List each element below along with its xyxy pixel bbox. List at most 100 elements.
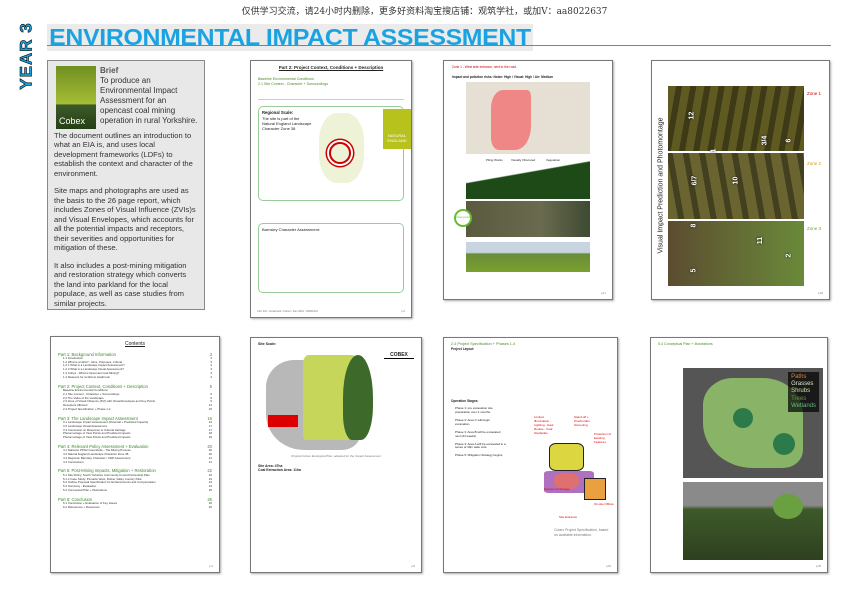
viewpoint-number: 12: [688, 111, 696, 120]
callout: Equipment Storage: [544, 487, 570, 491]
page-heading: Part 2: Project Context, Conditions + De…: [278, 65, 384, 70]
risk-text: Impact and pollution risks: Noise: High …: [452, 75, 554, 80]
phase-text: Phase 1: pre excavation site preparation…: [455, 406, 493, 415]
callout: Stand-off + Overburden Screening: [574, 415, 590, 427]
page-number: p.17: [600, 291, 606, 295]
item-page: 4: [210, 374, 212, 379]
brief-panel: Cobex Brief To produce an Environmental …: [47, 60, 205, 310]
report-page-specification[interactable]: 2.4 Project Specification + Phases 1-4 P…: [443, 337, 618, 573]
report-cover-thumbnail[interactable]: Cobex: [56, 66, 96, 129]
report-page-site-scale[interactable]: Site Scale: COBEX Original Cobex Ecologi…: [250, 337, 422, 573]
viewpoint-number: 3/4: [761, 135, 769, 146]
regional-heading: Regional Scale:: [262, 110, 294, 116]
stages-heading: Operation Stages:: [451, 399, 479, 404]
section-profile-chart: Piling Works Visually Obscured Vegetatio…: [466, 157, 590, 200]
legend-item: Shrubs: [791, 388, 811, 395]
contents-item[interactable]: 2.4 Project Specification + Phase 1-4 15: [58, 406, 212, 412]
contents-item[interactable]: 6.2 References + Resources 26: [58, 504, 212, 510]
legend-item: Grasses: [791, 381, 814, 388]
title-rule: [47, 45, 831, 46]
page-footer: LSC 301 - Howbrook / Cobex / Dec 2010 - …: [257, 309, 318, 313]
contents-item[interactable]: Photomontage of View Points and Predicte…: [58, 435, 212, 440]
natural-england-logo: NATURAL ENGLAND: [383, 109, 411, 150]
phasing-plan-map: [529, 433, 609, 513]
contents-item[interactable]: 5.4 Conceptual Plan + Illustrations 25: [58, 487, 212, 493]
page-number: p.6: [401, 309, 405, 313]
legend-item: Paths: [791, 374, 807, 380]
conceptual-plan-image: Paths Grasses Shrubs Trees Wetlands: [683, 368, 823, 478]
map-caption: Original Cobex Ecological Plan, adapted …: [291, 453, 381, 458]
viewpoint-number: 10: [732, 176, 740, 185]
report-page-zone1[interactable]: Zone 1 - West side entrance, next to the…: [443, 60, 613, 300]
chart-label: Visually Obscured: [511, 158, 536, 163]
viewpoint-number: 8: [690, 223, 698, 228]
page-heading: Visual Impact Prediction and Photomontag…: [657, 117, 665, 254]
contents-item[interactable]: 1.4 Reasons for an EIA at Howbrook 4: [58, 374, 212, 380]
item-page: 19: [208, 435, 212, 440]
item-label: 6.2 References + Resources: [63, 504, 100, 509]
page-title: ENVIRONMENTAL IMPACT ASSESSMENT: [47, 24, 534, 51]
viewpoint-number: 5: [690, 268, 698, 273]
layout-heading: Project Layout:: [451, 346, 475, 351]
item-page: 15: [208, 406, 212, 411]
year-label: YEAR 3: [17, 22, 37, 90]
item-page: 25: [208, 487, 212, 492]
brief-paragraph: Site maps and photographs are used as th…: [54, 186, 196, 253]
page-heading: 2.4 Project Specification + Phases 1-4: [451, 342, 516, 346]
zone-label: Zone 2: [807, 161, 822, 166]
page-number: p.8: [411, 564, 415, 568]
viewpoint-number: 6/7: [691, 175, 699, 186]
contents-item[interactable]: 4.4 Conclusions 21: [58, 459, 212, 465]
item-page: 21: [208, 459, 212, 464]
chart-label: Vegetation: [546, 158, 561, 163]
phase-text: Phase 4: Area A will be excavated in a s…: [455, 441, 506, 450]
photomontage-image: [683, 482, 823, 560]
page-number: p.2: [209, 564, 213, 568]
zone-label: Zone 3: [807, 226, 822, 231]
part-page: 5: [209, 383, 212, 389]
report-page-contents[interactable]: Contents Part 1: Background Information 3…: [50, 336, 220, 573]
item-label: 1.4 Reasons for an EIA at Howbrook: [63, 374, 110, 379]
aerial-photo: View point: [454, 201, 590, 238]
contents-title: Contents: [124, 341, 145, 347]
page-heading: 5.4 Conceptual Plan + Illustrations: [658, 342, 713, 346]
viewpoint-badge: View point: [454, 209, 472, 228]
panorama-photo: [466, 242, 590, 273]
phase-text: Phase 2: Area C will begin excavation.: [455, 418, 491, 426]
chart-label: Piling Works: [486, 158, 503, 163]
brief-paragraph: It also includes a post-mining mitigatio…: [54, 260, 187, 308]
cobex-logo: COBEX: [384, 352, 414, 360]
barnsley-heading: Barnsley Character Assessment:: [262, 227, 321, 233]
item-label: Photomontage of View Points and Predicte…: [63, 435, 131, 440]
page-number: p.18: [817, 291, 823, 295]
site-plan-map: COBEX: [258, 350, 414, 455]
viewpoint-number: 6: [785, 138, 793, 143]
site-map-image: [466, 82, 590, 155]
item-label: 4.4 Conclusions: [63, 459, 84, 464]
legend-item: Trees: [791, 395, 807, 402]
viewpoint-number: 2: [785, 253, 793, 258]
page-number: p.25: [815, 564, 821, 568]
legend-item: Wetlands: [791, 402, 816, 409]
plan-caption: Cobex Project Specification, based on av…: [554, 528, 609, 537]
zone-label: Zone 1: [807, 91, 822, 96]
report-page-conceptual-plan[interactable]: 5.4 Conceptual Plan + Illustrations Path…: [650, 337, 828, 573]
regional-text: The site is part of the Natural England …: [262, 115, 312, 132]
item-label: 5.4 Conceptual Plan + Illustrations: [63, 487, 107, 492]
viewpoint-number: 1: [710, 148, 718, 153]
callout: Limited Illumination - Lighting - Haul R…: [534, 415, 554, 435]
brief-paragraph: The document outlines an introduction to…: [54, 131, 193, 178]
page-heading: Site Scale:: [258, 342, 277, 346]
watermark-text: 仅供学习交流，请24小时内删除，更多好资料淘宝搜店铺：观筑学社，或加V：aa80…: [241, 7, 608, 17]
phase-text: Phase 5: Mitigation Strategy begins.: [455, 453, 504, 458]
callout: On-site Offices: [594, 502, 614, 506]
phase-text: Phase 3: Area B will be excavated next (…: [455, 429, 501, 438]
viewpoint-number: 11: [757, 236, 765, 245]
item-page: 26: [208, 504, 212, 509]
item-label: 2.4 Project Specification + Phase 1-4: [63, 406, 111, 411]
callout: Protection of Existing Features: [594, 432, 611, 444]
report-page-context[interactable]: Part 2: Project Context, Conditions + De…: [250, 60, 412, 318]
report-page-photomontage[interactable]: Visual Impact Prediction and Photomontag…: [651, 60, 830, 300]
callout: Site Entrance: [559, 515, 578, 519]
page-number: p.15: [605, 564, 611, 568]
